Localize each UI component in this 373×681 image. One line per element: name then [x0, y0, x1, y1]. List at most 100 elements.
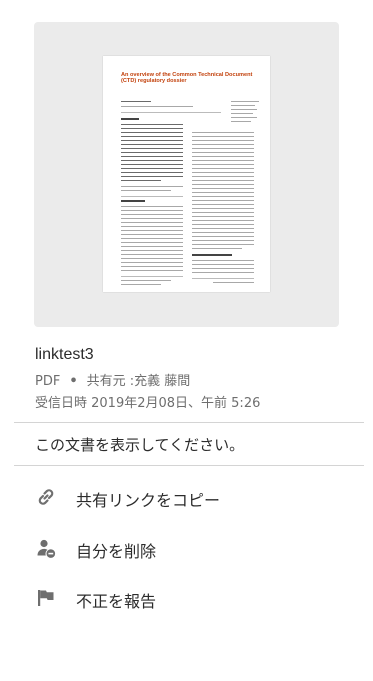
- preview-text-line: [121, 234, 183, 236]
- shared-by-label: 共有元 :充義 藤間: [86, 374, 191, 389]
- divider: [14, 465, 364, 466]
- report-abuse-button[interactable]: 不正を報告: [0, 578, 373, 618]
- preview-text-line: [192, 144, 254, 146]
- preview-text-line: [121, 222, 183, 224]
- preview-text-line: [192, 260, 254, 262]
- preview-text-line: [192, 132, 254, 134]
- preview-text-line: [231, 105, 255, 107]
- preview-heading-line: [192, 254, 232, 256]
- preview-text-line: [121, 124, 183, 126]
- preview-text-line: [231, 117, 257, 119]
- preview-text-line: [192, 212, 254, 214]
- preview-rule: [121, 276, 183, 277]
- preview-text-line: [192, 188, 254, 190]
- file-type-label: PDF: [35, 374, 61, 389]
- preview-text-line: [121, 140, 183, 142]
- preview-text-line: [231, 121, 251, 123]
- preview-text-line: [192, 136, 254, 138]
- preview-text-line: [192, 152, 254, 154]
- preview-text-line: [121, 230, 183, 232]
- preview-text-line: [192, 156, 254, 158]
- remove-myself-button[interactable]: 自分を削除: [0, 528, 373, 568]
- flag-icon: [34, 586, 58, 610]
- preview-text-line: [192, 140, 254, 142]
- preview-text-line: [121, 246, 183, 248]
- preview-text-line: [192, 216, 254, 218]
- copy-share-link-button[interactable]: 共有リンクをコピー: [0, 477, 373, 517]
- preview-text-line: [192, 272, 254, 274]
- document-thumbnail-card[interactable]: An overview of the Common Technical Docu…: [34, 22, 339, 327]
- preview-text-line: [192, 176, 254, 178]
- separator-dot: •: [69, 374, 78, 389]
- preview-text-line: [121, 190, 171, 192]
- received-date: 受信日時 2019年2月08日、午前 5:26: [35, 396, 261, 411]
- preview-text-line: [231, 109, 257, 111]
- preview-text-line: [121, 280, 171, 282]
- preview-text-line: [192, 244, 254, 246]
- preview-text-line: [192, 268, 254, 270]
- preview-text-line: [192, 224, 254, 226]
- preview-text-line: [192, 232, 254, 234]
- preview-text-line: [121, 210, 183, 212]
- preview-text-line: [192, 160, 254, 162]
- preview-text-line: [192, 248, 242, 250]
- preview-text-line: [121, 180, 161, 182]
- preview-text-line: [121, 238, 183, 240]
- preview-rule: [121, 112, 221, 113]
- preview-text-line: [192, 172, 254, 174]
- preview-text-line: [121, 270, 183, 272]
- preview-text-line: [121, 262, 183, 264]
- preview-text-line: [192, 164, 254, 166]
- preview-text-line: [192, 236, 254, 238]
- preview-text-line: [231, 113, 253, 115]
- preview-text-line: [192, 200, 254, 202]
- remove-user-icon: [34, 536, 58, 560]
- link-icon: [34, 485, 58, 509]
- preview-text-line: [231, 101, 259, 103]
- preview-text-line: [192, 196, 254, 198]
- preview-text-line: [192, 180, 254, 182]
- preview-text-line: [121, 242, 183, 244]
- preview-text-line: [121, 128, 183, 130]
- preview-text-line: [121, 226, 183, 228]
- preview-text-line: [192, 228, 254, 230]
- preview-text-line: [121, 186, 183, 188]
- preview-text-line: [121, 254, 183, 256]
- preview-text-line: [192, 184, 254, 186]
- preview-heading-line: [121, 118, 139, 120]
- document-preview-page: An overview of the Common Technical Docu…: [103, 56, 270, 292]
- preview-text-line: [121, 152, 183, 154]
- document-meta: PDF • 共有元 :充義 藤間: [35, 370, 190, 389]
- preview-text-line: [121, 258, 183, 260]
- preview-text-line: [192, 168, 254, 170]
- preview-text-line: [192, 208, 254, 210]
- preview-text-line: [121, 214, 183, 216]
- preview-rule: [121, 196, 183, 197]
- preview-text-line: [121, 266, 183, 268]
- preview-text-line: [192, 240, 254, 242]
- preview-text-line: [121, 144, 183, 146]
- preview-text-line: [192, 192, 254, 194]
- preview-text-line: [121, 160, 183, 162]
- preview-text-line: [121, 101, 151, 103]
- preview-text-line: [121, 284, 161, 286]
- preview-text-line: [121, 176, 183, 178]
- preview-rule: [192, 278, 254, 279]
- remove-myself-label: 自分を削除: [76, 542, 157, 561]
- preview-text-line: [121, 156, 183, 158]
- view-request-message: この文書を表示してください。: [35, 436, 245, 454]
- preview-heading-line: [121, 200, 145, 202]
- preview-text-line: [121, 106, 193, 108]
- divider: [14, 422, 364, 423]
- preview-text-line: [121, 172, 183, 174]
- copy-share-link-label: 共有リンクをコピー: [76, 491, 221, 510]
- preview-text-line: [121, 132, 183, 134]
- document-name: linktest3: [35, 346, 94, 363]
- preview-text-line: [121, 164, 183, 166]
- preview-text-line: [121, 218, 183, 220]
- preview-text-line: [192, 264, 254, 266]
- preview-text-line: [121, 148, 183, 150]
- preview-document-title: An overview of the Common Technical Docu…: [121, 72, 253, 85]
- preview-text-line: [121, 250, 183, 252]
- preview-text-line: [192, 220, 254, 222]
